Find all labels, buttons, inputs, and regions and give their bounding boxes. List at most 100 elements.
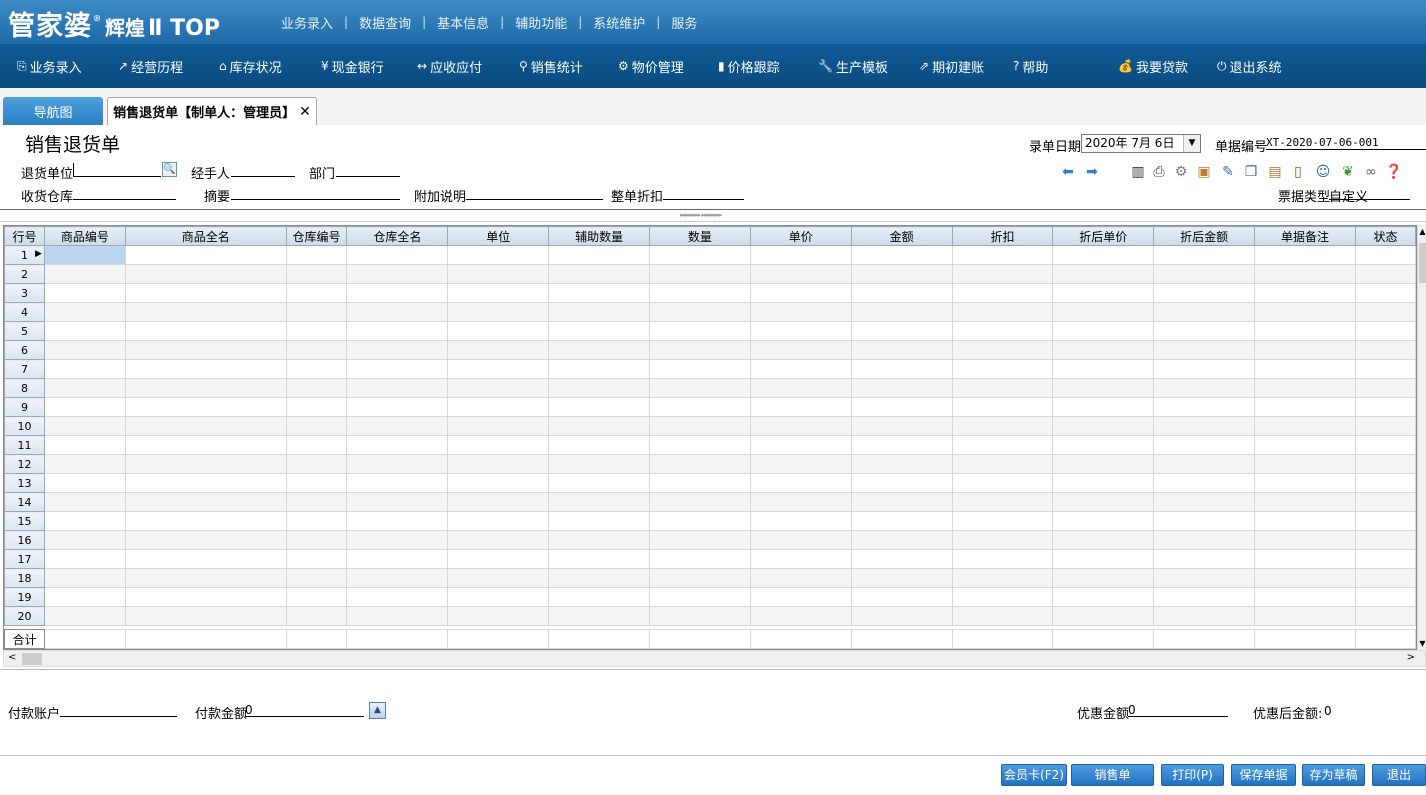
grid-cell[interactable] — [548, 492, 651, 512]
grid-cell[interactable] — [285, 416, 348, 436]
grid-cell[interactable] — [1052, 264, 1155, 284]
grid-cell[interactable] — [548, 302, 651, 322]
column-header[interactable]: 辅助数量 — [548, 226, 651, 246]
grid-cell[interactable] — [1153, 568, 1256, 588]
grid-cell[interactable] — [43, 587, 126, 607]
grid-cell[interactable] — [649, 549, 751, 569]
scroll-right-icon[interactable]: > — [1407, 652, 1415, 663]
doctype-field[interactable]: 自定义 — [1329, 186, 1410, 205]
grid-cell[interactable] — [124, 587, 287, 607]
grid-cell[interactable] — [749, 283, 852, 303]
table-row[interactable]: 19 — [4, 587, 1416, 607]
grid-cell[interactable] — [124, 302, 287, 322]
grid-cell[interactable] — [285, 492, 348, 512]
column-header[interactable]: 折后金额 — [1153, 226, 1256, 246]
save-draft-button[interactable]: 存为草稿 — [1302, 764, 1365, 786]
grid-cell[interactable] — [1153, 283, 1256, 303]
vertical-scrollbar[interactable]: ▲ ▼ — [1417, 225, 1426, 650]
grid-cell[interactable] — [850, 606, 953, 626]
close-icon[interactable]: ✕ — [299, 104, 311, 120]
grid-cell[interactable] — [951, 359, 1054, 379]
grid-cell[interactable] — [346, 321, 449, 341]
grid-cell[interactable] — [1052, 397, 1155, 417]
grid-cell[interactable] — [447, 530, 550, 550]
grid-cell[interactable] — [43, 511, 126, 531]
grid-cell[interactable] — [850, 283, 953, 303]
nav-price-track[interactable]: ▮ 价格跟踪 — [718, 44, 780, 88]
grid-cell[interactable] — [1354, 435, 1416, 455]
grid-cell[interactable] — [749, 397, 852, 417]
grid-cell[interactable] — [447, 454, 550, 474]
grid-cell[interactable] — [1354, 359, 1416, 379]
table-row[interactable]: 5 — [4, 321, 1416, 341]
grid-cell[interactable] — [447, 492, 550, 512]
grid-cell[interactable] — [1254, 397, 1356, 417]
grid-cell[interactable] — [447, 473, 550, 493]
grid-cell[interactable] — [346, 397, 449, 417]
nav-history[interactable]: ↗ 经营历程 — [118, 44, 183, 88]
table-row[interactable]: 8 — [4, 378, 1416, 398]
grid-cell[interactable] — [749, 492, 852, 512]
grid-cell[interactable] — [1354, 454, 1416, 474]
table-row[interactable]: 12 — [4, 454, 1416, 474]
column-header[interactable]: 仓库全名 — [346, 226, 449, 246]
grid-cell[interactable] — [649, 511, 751, 531]
grid-cell[interactable] — [1354, 473, 1416, 493]
grid-cell[interactable] — [1153, 549, 1256, 569]
grid-cell[interactable] — [749, 606, 852, 626]
grid-cell[interactable] — [749, 435, 852, 455]
grid-cell[interactable] — [447, 397, 550, 417]
grid-cell[interactable] — [346, 245, 449, 265]
grid-cell[interactable] — [649, 264, 751, 284]
grid-cell[interactable] — [1254, 549, 1356, 569]
grid-cell[interactable] — [43, 454, 126, 474]
nav-production-template[interactable]: 🔧 生产模板 — [818, 44, 888, 88]
edit-icon[interactable]: ✎ — [1220, 164, 1236, 180]
grid-cell[interactable] — [43, 283, 126, 303]
table-row[interactable]: 9 — [4, 397, 1416, 417]
copy-icon[interactable]: ❐ — [1243, 164, 1259, 180]
grid-cell[interactable] — [124, 245, 287, 265]
grid-cell[interactable] — [346, 264, 449, 284]
grid-cell[interactable] — [1354, 511, 1416, 531]
save-button[interactable]: 保存单据 — [1231, 764, 1296, 786]
grid-cell[interactable] — [1153, 378, 1256, 398]
grid-cell[interactable] — [346, 568, 449, 588]
user-icon[interactable]: ☺ — [1315, 164, 1331, 180]
grid-cell[interactable] — [649, 454, 751, 474]
grid-cell[interactable] — [1254, 378, 1356, 398]
grid-cell[interactable] — [43, 340, 126, 360]
grid-cell[interactable] — [1354, 587, 1416, 607]
nav-loan[interactable]: 💰 我要贷款 — [1118, 44, 1188, 88]
grid-cell[interactable] — [548, 416, 651, 436]
nav-receivable[interactable]: ↔ 应收应付 — [417, 44, 482, 88]
grid-cell[interactable] — [1153, 397, 1256, 417]
grid-cell[interactable] — [649, 587, 751, 607]
grid-cell[interactable] — [1153, 511, 1256, 531]
grid-cell[interactable] — [548, 283, 651, 303]
grid-cell[interactable] — [1153, 435, 1256, 455]
column-header[interactable]: 状态 — [1354, 226, 1416, 246]
grid-cell[interactable] — [1052, 321, 1155, 341]
grid-cell[interactable] — [1254, 568, 1356, 588]
grid-cell[interactable] — [124, 511, 287, 531]
grid-cell[interactable] — [749, 378, 852, 398]
grid-cell[interactable] — [850, 321, 953, 341]
grid-cell[interactable] — [285, 359, 348, 379]
grid-cell[interactable] — [749, 454, 852, 474]
grid-cell[interactable] — [1052, 340, 1155, 360]
grid-cell[interactable] — [1254, 321, 1356, 341]
column-header[interactable]: 数量 — [649, 226, 751, 246]
table-row[interactable]: 4 — [4, 302, 1416, 322]
grid-cell[interactable] — [43, 549, 126, 569]
grid-cell[interactable] — [951, 397, 1054, 417]
column-header[interactable]: 折扣 — [951, 226, 1054, 246]
column-header[interactable]: 仓库编号 — [285, 226, 348, 246]
grid-cell[interactable] — [649, 397, 751, 417]
help-circle-icon[interactable]: ❓ — [1385, 164, 1402, 180]
arrow-right-icon[interactable]: ➡ — [1084, 164, 1100, 180]
grid-cell[interactable] — [43, 530, 126, 550]
grid-cell[interactable] — [285, 435, 348, 455]
grid-cell[interactable] — [1354, 606, 1416, 626]
grid-cell[interactable] — [346, 473, 449, 493]
